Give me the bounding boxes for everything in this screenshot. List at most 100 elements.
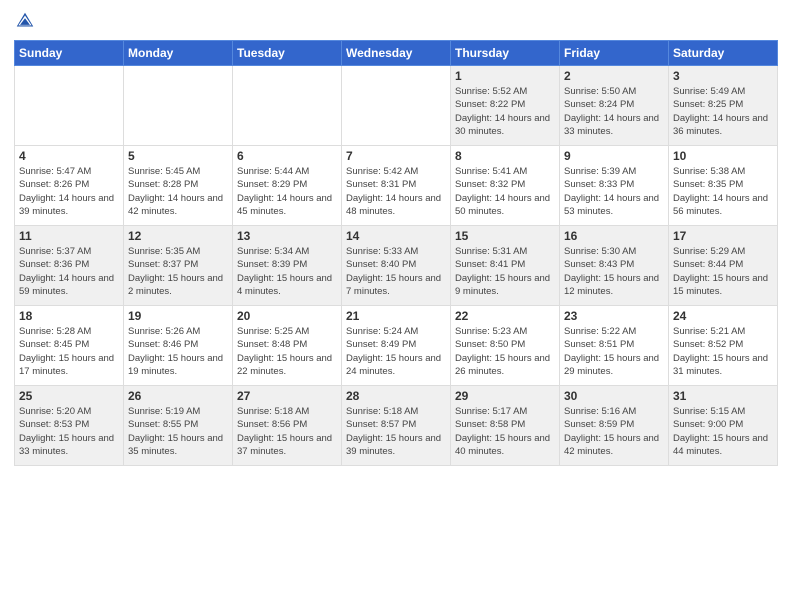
calendar-week-4: 18 Sunrise: 5:28 AM Sunset: 8:45 PM Dayli… <box>15 306 778 386</box>
header <box>14 10 778 32</box>
day-header-monday: Monday <box>124 41 233 66</box>
calendar-cell: 12 Sunrise: 5:35 AM Sunset: 8:37 PM Dayli… <box>124 226 233 306</box>
calendar-cell: 26 Sunrise: 5:19 AM Sunset: 8:55 PM Dayli… <box>124 386 233 466</box>
calendar-week-3: 11Sunrise: 5:37 AM Sunset: 8:36 PM Dayli… <box>15 226 778 306</box>
page: SundayMondayTuesdayWednesdayThursdayFrid… <box>0 0 792 612</box>
calendar-cell: 30Sunrise: 5:16 AM Sunset: 8:59 PM Dayli… <box>560 386 669 466</box>
day-number: 30 <box>564 389 664 403</box>
day-number: 3 <box>673 69 773 83</box>
day-number: 12 <box>128 229 228 243</box>
calendar-cell: 13 Sunrise: 5:34 AM Sunset: 8:39 PM Dayli… <box>233 226 342 306</box>
day-number: 18 <box>19 309 119 323</box>
day-info: Sunrise: 5:19 AM Sunset: 8:55 PM Dayligh… <box>128 405 228 458</box>
day-number: 31 <box>673 389 773 403</box>
calendar-cell: 23 Sunrise: 5:22 AM Sunset: 8:51 PM Dayli… <box>560 306 669 386</box>
calendar-cell: 8Sunrise: 5:41 AM Sunset: 8:32 PM Daylig… <box>451 146 560 226</box>
day-info: Sunrise: 5:21 AM Sunset: 8:52 PM Dayligh… <box>673 325 773 378</box>
day-header-saturday: Saturday <box>669 41 778 66</box>
day-number: 27 <box>237 389 337 403</box>
day-header-tuesday: Tuesday <box>233 41 342 66</box>
day-info: Sunrise: 5:50 AM Sunset: 8:24 PM Dayligh… <box>564 85 664 138</box>
calendar-cell: 2 Sunrise: 5:50 AM Sunset: 8:24 PM Daylig… <box>560 66 669 146</box>
day-info: Sunrise: 5:18 AM Sunset: 8:56 PM Dayligh… <box>237 405 337 458</box>
day-number: 14 <box>346 229 446 243</box>
day-info: Sunrise: 5:30 AM Sunset: 8:43 PM Dayligh… <box>564 245 664 298</box>
calendar-cell <box>233 66 342 146</box>
day-number: 28 <box>346 389 446 403</box>
day-info: Sunrise: 5:23 AM Sunset: 8:50 PM Dayligh… <box>455 325 555 378</box>
day-info: Sunrise: 5:41 AM Sunset: 8:32 PM Dayligh… <box>455 165 555 218</box>
day-number: 22 <box>455 309 555 323</box>
day-info: Sunrise: 5:28 AM Sunset: 8:45 PM Dayligh… <box>19 325 119 378</box>
calendar-cell: 28 Sunrise: 5:18 AM Sunset: 8:57 PM Dayli… <box>342 386 451 466</box>
calendar-cell: 15Sunrise: 5:31 AM Sunset: 8:41 PM Dayli… <box>451 226 560 306</box>
day-info: Sunrise: 5:37 AM Sunset: 8:36 PM Dayligh… <box>19 245 119 298</box>
calendar-header-row: SundayMondayTuesdayWednesdayThursdayFrid… <box>15 41 778 66</box>
day-info: Sunrise: 5:22 AM Sunset: 8:51 PM Dayligh… <box>564 325 664 378</box>
day-number: 2 <box>564 69 664 83</box>
day-info: Sunrise: 5:47 AM Sunset: 8:26 PM Dayligh… <box>19 165 119 218</box>
day-info: Sunrise: 5:26 AM Sunset: 8:46 PM Dayligh… <box>128 325 228 378</box>
day-number: 19 <box>128 309 228 323</box>
day-info: Sunrise: 5:15 AM Sunset: 9:00 PM Dayligh… <box>673 405 773 458</box>
day-info: Sunrise: 5:18 AM Sunset: 8:57 PM Dayligh… <box>346 405 446 458</box>
calendar-cell: 1 Sunrise: 5:52 AM Sunset: 8:22 PM Daylig… <box>451 66 560 146</box>
day-number: 20 <box>237 309 337 323</box>
day-number: 13 <box>237 229 337 243</box>
day-header-sunday: Sunday <box>15 41 124 66</box>
day-number: 23 <box>564 309 664 323</box>
day-info: Sunrise: 5:45 AM Sunset: 8:28 PM Dayligh… <box>128 165 228 218</box>
calendar-cell: 5 Sunrise: 5:45 AM Sunset: 8:28 PM Daylig… <box>124 146 233 226</box>
calendar-cell: 22 Sunrise: 5:23 AM Sunset: 8:50 PM Dayli… <box>451 306 560 386</box>
calendar-cell <box>342 66 451 146</box>
day-number: 10 <box>673 149 773 163</box>
day-info: Sunrise: 5:29 AM Sunset: 8:44 PM Dayligh… <box>673 245 773 298</box>
day-number: 17 <box>673 229 773 243</box>
day-header-friday: Friday <box>560 41 669 66</box>
day-info: Sunrise: 5:52 AM Sunset: 8:22 PM Dayligh… <box>455 85 555 138</box>
day-number: 9 <box>564 149 664 163</box>
calendar-cell: 10 Sunrise: 5:38 AM Sunset: 8:35 PM Dayli… <box>669 146 778 226</box>
calendar-cell: 20Sunrise: 5:25 AM Sunset: 8:48 PM Dayli… <box>233 306 342 386</box>
day-number: 7 <box>346 149 446 163</box>
day-number: 5 <box>128 149 228 163</box>
day-info: Sunrise: 5:49 AM Sunset: 8:25 PM Dayligh… <box>673 85 773 138</box>
day-info: Sunrise: 5:31 AM Sunset: 8:41 PM Dayligh… <box>455 245 555 298</box>
calendar-cell: 14 Sunrise: 5:33 AM Sunset: 8:40 PM Dayli… <box>342 226 451 306</box>
calendar-week-5: 25Sunrise: 5:20 AM Sunset: 8:53 PM Dayli… <box>15 386 778 466</box>
calendar-cell: 27 Sunrise: 5:18 AM Sunset: 8:56 PM Dayli… <box>233 386 342 466</box>
day-number: 4 <box>19 149 119 163</box>
day-number: 1 <box>455 69 555 83</box>
calendar-cell: 19 Sunrise: 5:26 AM Sunset: 8:46 PM Dayli… <box>124 306 233 386</box>
day-number: 24 <box>673 309 773 323</box>
calendar-cell: 16 Sunrise: 5:30 AM Sunset: 8:43 PM Dayli… <box>560 226 669 306</box>
day-info: Sunrise: 5:39 AM Sunset: 8:33 PM Dayligh… <box>564 165 664 218</box>
calendar-cell: 25Sunrise: 5:20 AM Sunset: 8:53 PM Dayli… <box>15 386 124 466</box>
calendar-cell: 11Sunrise: 5:37 AM Sunset: 8:36 PM Dayli… <box>15 226 124 306</box>
day-info: Sunrise: 5:24 AM Sunset: 8:49 PM Dayligh… <box>346 325 446 378</box>
calendar-cell: 7Sunrise: 5:42 AM Sunset: 8:31 PM Daylig… <box>342 146 451 226</box>
day-info: Sunrise: 5:34 AM Sunset: 8:39 PM Dayligh… <box>237 245 337 298</box>
day-header-wednesday: Wednesday <box>342 41 451 66</box>
calendar: SundayMondayTuesdayWednesdayThursdayFrid… <box>14 40 778 466</box>
logo <box>14 10 40 32</box>
calendar-week-1: 1 Sunrise: 5:52 AM Sunset: 8:22 PM Daylig… <box>15 66 778 146</box>
day-info: Sunrise: 5:20 AM Sunset: 8:53 PM Dayligh… <box>19 405 119 458</box>
calendar-cell: 18 Sunrise: 5:28 AM Sunset: 8:45 PM Dayli… <box>15 306 124 386</box>
calendar-cell: 17 Sunrise: 5:29 AM Sunset: 8:44 PM Dayli… <box>669 226 778 306</box>
calendar-cell: 24 Sunrise: 5:21 AM Sunset: 8:52 PM Dayli… <box>669 306 778 386</box>
day-number: 26 <box>128 389 228 403</box>
day-number: 21 <box>346 309 446 323</box>
logo-icon <box>14 10 36 32</box>
day-number: 6 <box>237 149 337 163</box>
day-header-thursday: Thursday <box>451 41 560 66</box>
day-info: Sunrise: 5:38 AM Sunset: 8:35 PM Dayligh… <box>673 165 773 218</box>
calendar-cell <box>124 66 233 146</box>
day-info: Sunrise: 5:35 AM Sunset: 8:37 PM Dayligh… <box>128 245 228 298</box>
day-number: 16 <box>564 229 664 243</box>
day-number: 29 <box>455 389 555 403</box>
calendar-cell: 31 Sunrise: 5:15 AM Sunset: 9:00 PM Dayli… <box>669 386 778 466</box>
day-info: Sunrise: 5:44 AM Sunset: 8:29 PM Dayligh… <box>237 165 337 218</box>
day-info: Sunrise: 5:17 AM Sunset: 8:58 PM Dayligh… <box>455 405 555 458</box>
day-info: Sunrise: 5:33 AM Sunset: 8:40 PM Dayligh… <box>346 245 446 298</box>
